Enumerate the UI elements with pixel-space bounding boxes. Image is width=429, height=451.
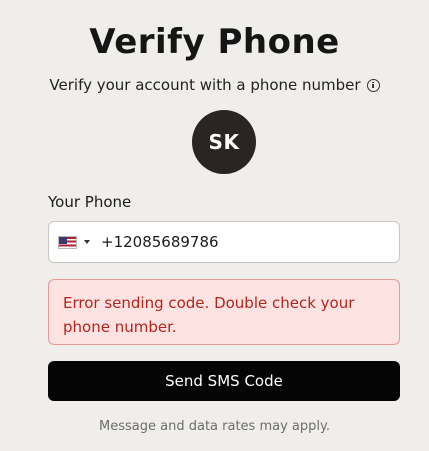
error-alert: Error sending code. Double check your ph… [48, 279, 400, 345]
avatar-initials: SK [208, 130, 240, 154]
chevron-down-icon [84, 240, 90, 244]
info-circle-icon[interactable] [366, 78, 380, 92]
phone-field-label: Your Phone [48, 193, 132, 211]
phone-field [48, 221, 400, 263]
send-sms-code-button[interactable]: Send SMS Code [48, 361, 400, 401]
verify-phone-card: Verify Phone Verify your account with a … [0, 0, 429, 451]
page-subtitle: Verify your account with a phone number [49, 76, 361, 94]
page-title: Verify Phone [89, 22, 340, 62]
rates-disclaimer: Message and data rates may apply. [99, 419, 330, 434]
us-flag-icon [58, 235, 77, 249]
country-code-select[interactable] [58, 222, 90, 262]
subtitle-row: Verify your account with a phone number [0, 75, 429, 95]
phone-number-input[interactable] [101, 233, 381, 251]
error-message: Error sending code. Double check your ph… [63, 294, 355, 336]
avatar: SK [192, 110, 256, 174]
